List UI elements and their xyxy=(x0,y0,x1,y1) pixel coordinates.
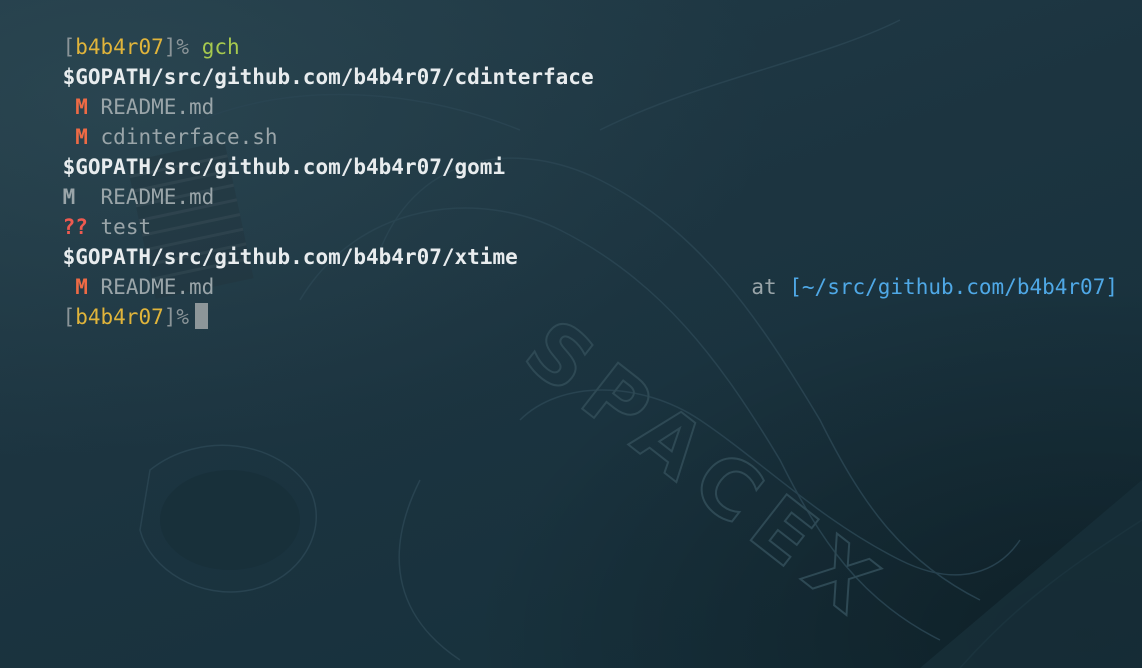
prompt-open-bracket: [ xyxy=(62,305,76,329)
right-prompt: at [~/src/github.com/b4b4r07] xyxy=(751,272,1118,302)
prompt-username: b4b4r07 xyxy=(75,305,164,329)
text-cursor[interactable] xyxy=(195,303,209,329)
output-line: M README.md xyxy=(12,62,1118,119)
terminal-output: [b4b4r07]% gch $GOPATH/src/github.com/b4… xyxy=(12,2,1118,329)
output-line: M cdinterface.sh xyxy=(12,92,1118,149)
output-line: ?? test xyxy=(12,182,1118,239)
active-prompt-line[interactable]: [b4b4r07]% at [~/src/github.com/b4b4r07] xyxy=(12,272,1118,329)
output-line: $GOPATH/src/github.com/b4b4r07/xtime xyxy=(12,212,1118,269)
prompt-close-bracket: ] xyxy=(163,305,177,329)
output-line: M README.md xyxy=(12,242,1118,299)
output-line: M README.md xyxy=(12,152,1118,209)
output-line: $GOPATH/src/github.com/b4b4r07/cdinterfa… xyxy=(12,32,1118,89)
right-prompt-at-label: at xyxy=(751,275,777,299)
output-line: $GOPATH/src/github.com/b4b4r07/gomi xyxy=(12,122,1118,179)
command-line: [b4b4r07]% gch xyxy=(12,2,1118,59)
current-directory: [~/src/github.com/b4b4r07] xyxy=(789,275,1118,299)
prompt-symbol: % xyxy=(176,305,190,329)
